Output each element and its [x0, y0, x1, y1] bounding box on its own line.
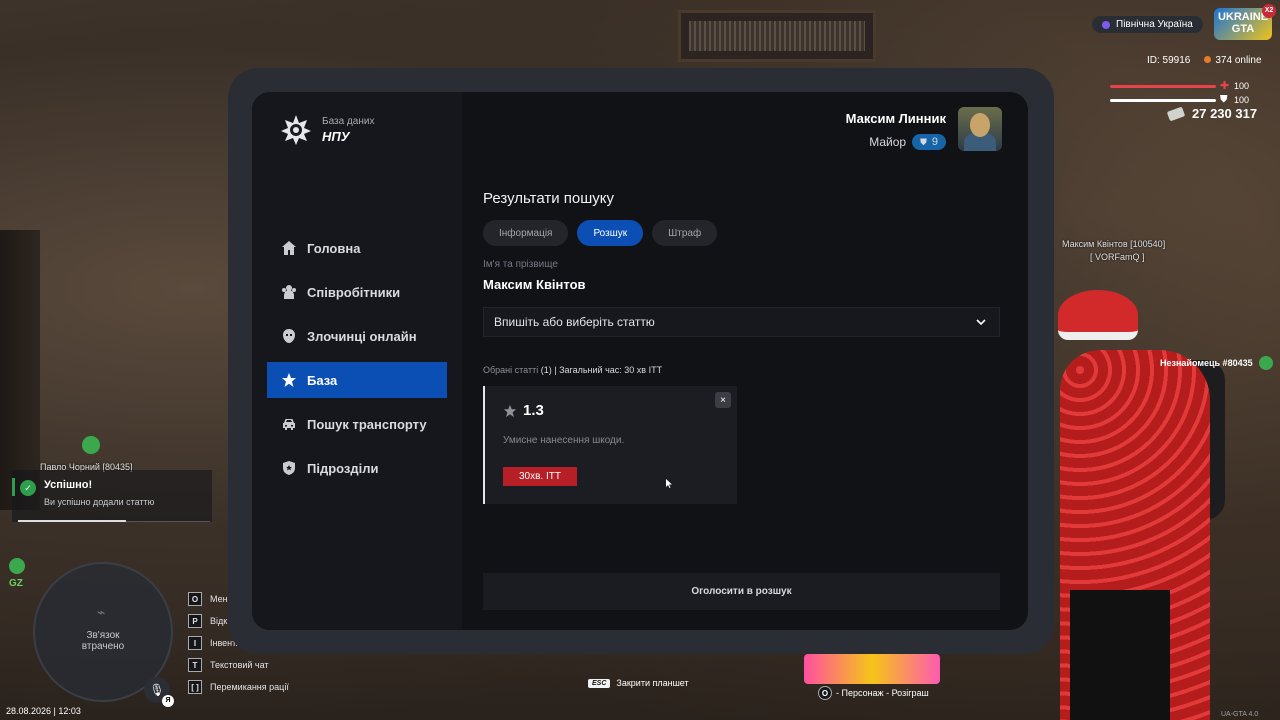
page-title: Результати пошуку: [483, 190, 614, 207]
minimap-text-1: Зв'язок: [86, 630, 120, 641]
close-tablet-hint[interactable]: ESC Закрити планшет: [588, 678, 689, 688]
sidebar-item-units[interactable]: Підрозділи: [267, 450, 447, 486]
armor-value: 100: [1234, 95, 1250, 105]
heart-icon: ✚: [1220, 80, 1230, 92]
id-online-line: ID: 59916 374 online: [1147, 55, 1262, 66]
x2-badge: X2: [1262, 4, 1276, 18]
shield-icon: [283, 461, 295, 475]
mask-icon: [283, 329, 295, 343]
tab-wanted[interactable]: Розшук: [577, 220, 644, 246]
voice-icon-left: [82, 436, 100, 454]
sidebar: База даних НПУ Головна Співробітники Зло…: [252, 92, 462, 630]
tab-info[interactable]: Інформація: [483, 220, 569, 246]
region-icon: [1102, 20, 1110, 29]
mic-key: Я: [162, 695, 174, 707]
nick-right: Максим Квінтов [100540]: [1062, 239, 1166, 249]
promo-banner[interactable]: [804, 654, 940, 684]
game-logo: UKRAINE GTA X2: [1214, 4, 1276, 40]
player-character: [1050, 290, 1225, 720]
users-icon: [282, 285, 296, 299]
key-brackets: [ ]: [188, 680, 202, 694]
car-icon: [283, 419, 295, 430]
tab-fine[interactable]: Штраф: [652, 220, 718, 246]
close-icon[interactable]: ×: [715, 392, 731, 408]
gz-icon: [9, 558, 25, 574]
datetime: 28.08.2026 | 12:03: [6, 706, 81, 716]
home-icon: [282, 241, 296, 255]
promo-label: O - Персонаж - Розіграш: [818, 686, 929, 700]
player-id: ID: 59916: [1147, 55, 1191, 66]
gz-label: GZ: [9, 578, 23, 589]
money: 27 230 317: [1166, 106, 1257, 121]
region-badge: Північна Україна: [1092, 16, 1203, 33]
key-i: I: [188, 636, 202, 650]
name-value: Максим Квінтов: [483, 277, 586, 292]
main-content: Результати пошуку Інформація Розшук Штра…: [483, 92, 1003, 630]
key-t: T: [188, 658, 202, 672]
logo-title: НПУ: [322, 129, 350, 144]
star-icon: [503, 404, 517, 417]
key-p: P: [188, 614, 202, 628]
sidebar-item-home[interactable]: Головна: [267, 230, 447, 266]
stranger-nick: Незнайомець #80435: [1160, 356, 1273, 370]
tablet-screen: База даних НПУ Головна Співробітники Зло…: [252, 92, 1028, 630]
wall-edge: [0, 230, 40, 510]
notification-text: Ви успішно додали статтю: [44, 497, 155, 507]
ceiling-vent: [678, 10, 876, 62]
sidebar-item-vehicle-search[interactable]: Пошук транспорту: [267, 406, 447, 442]
sidebar-item-employees[interactable]: Співробітники: [267, 274, 447, 310]
check-icon: ✓: [20, 480, 36, 496]
esc-key: ESC: [588, 678, 611, 688]
chevron-down-icon: [976, 319, 986, 326]
cash-icon: [1166, 106, 1186, 121]
mic-icon: 🎙: [149, 683, 165, 697]
version: UA-GTA 4.0: [1221, 711, 1259, 718]
notification-progress: [18, 520, 126, 522]
mic-button[interactable]: 🎙 Я: [144, 677, 174, 707]
armor-icon: ⛊: [1220, 94, 1228, 105]
success-notification: ✓ Успішно! Ви успішно додали статтю: [12, 470, 212, 522]
notification-title: Успішно!: [44, 479, 93, 491]
armor-bar: [1110, 99, 1216, 102]
article-description: Умисне нанесення шкоди.: [503, 435, 625, 446]
online-dot-icon: [1204, 56, 1212, 63]
minimap-text-2: втрачено: [81, 641, 125, 652]
sidebar-item-base[interactable]: База: [267, 362, 447, 398]
logo-subtitle: База даних: [322, 116, 375, 127]
article-number: 1.3: [503, 402, 544, 419]
star-icon: [282, 373, 296, 387]
article-card: 1.3 Умисне нанесення шкоди. 30хв. ІТТ ×: [483, 386, 737, 504]
chosen-articles-summary: Обрані статті (1) | Загальний час: 30 хв…: [483, 365, 663, 375]
sidebar-item-criminals[interactable]: Злочинці онлайн: [267, 318, 447, 354]
health-value: 100: [1234, 81, 1250, 91]
nick-right-tag: [ VORFamQ ]: [1090, 252, 1145, 262]
key-o: O: [188, 592, 202, 606]
no-signal-icon: ⌁: [97, 604, 106, 620]
article-penalty: 30хв. ІТТ: [503, 467, 577, 486]
tabs: Інформація Розшук Штраф: [483, 220, 718, 246]
mouse-cursor-icon: [666, 479, 672, 488]
sidebar-nav: Головна Співробітники Злочинці онлайн Ба…: [267, 230, 447, 494]
police-star-icon: [281, 115, 311, 145]
article-select[interactable]: Впишіть або виберіть статтю: [483, 307, 1000, 337]
npu-logo: База даних НПУ: [280, 114, 374, 146]
online-count: 374 online: [1204, 55, 1262, 66]
voice-icon: [1258, 356, 1273, 370]
name-label: Ім'я та прізвище: [483, 259, 558, 270]
health-bar: [1110, 85, 1216, 88]
declare-wanted-button[interactable]: Оголосити в розшук: [483, 573, 1000, 610]
